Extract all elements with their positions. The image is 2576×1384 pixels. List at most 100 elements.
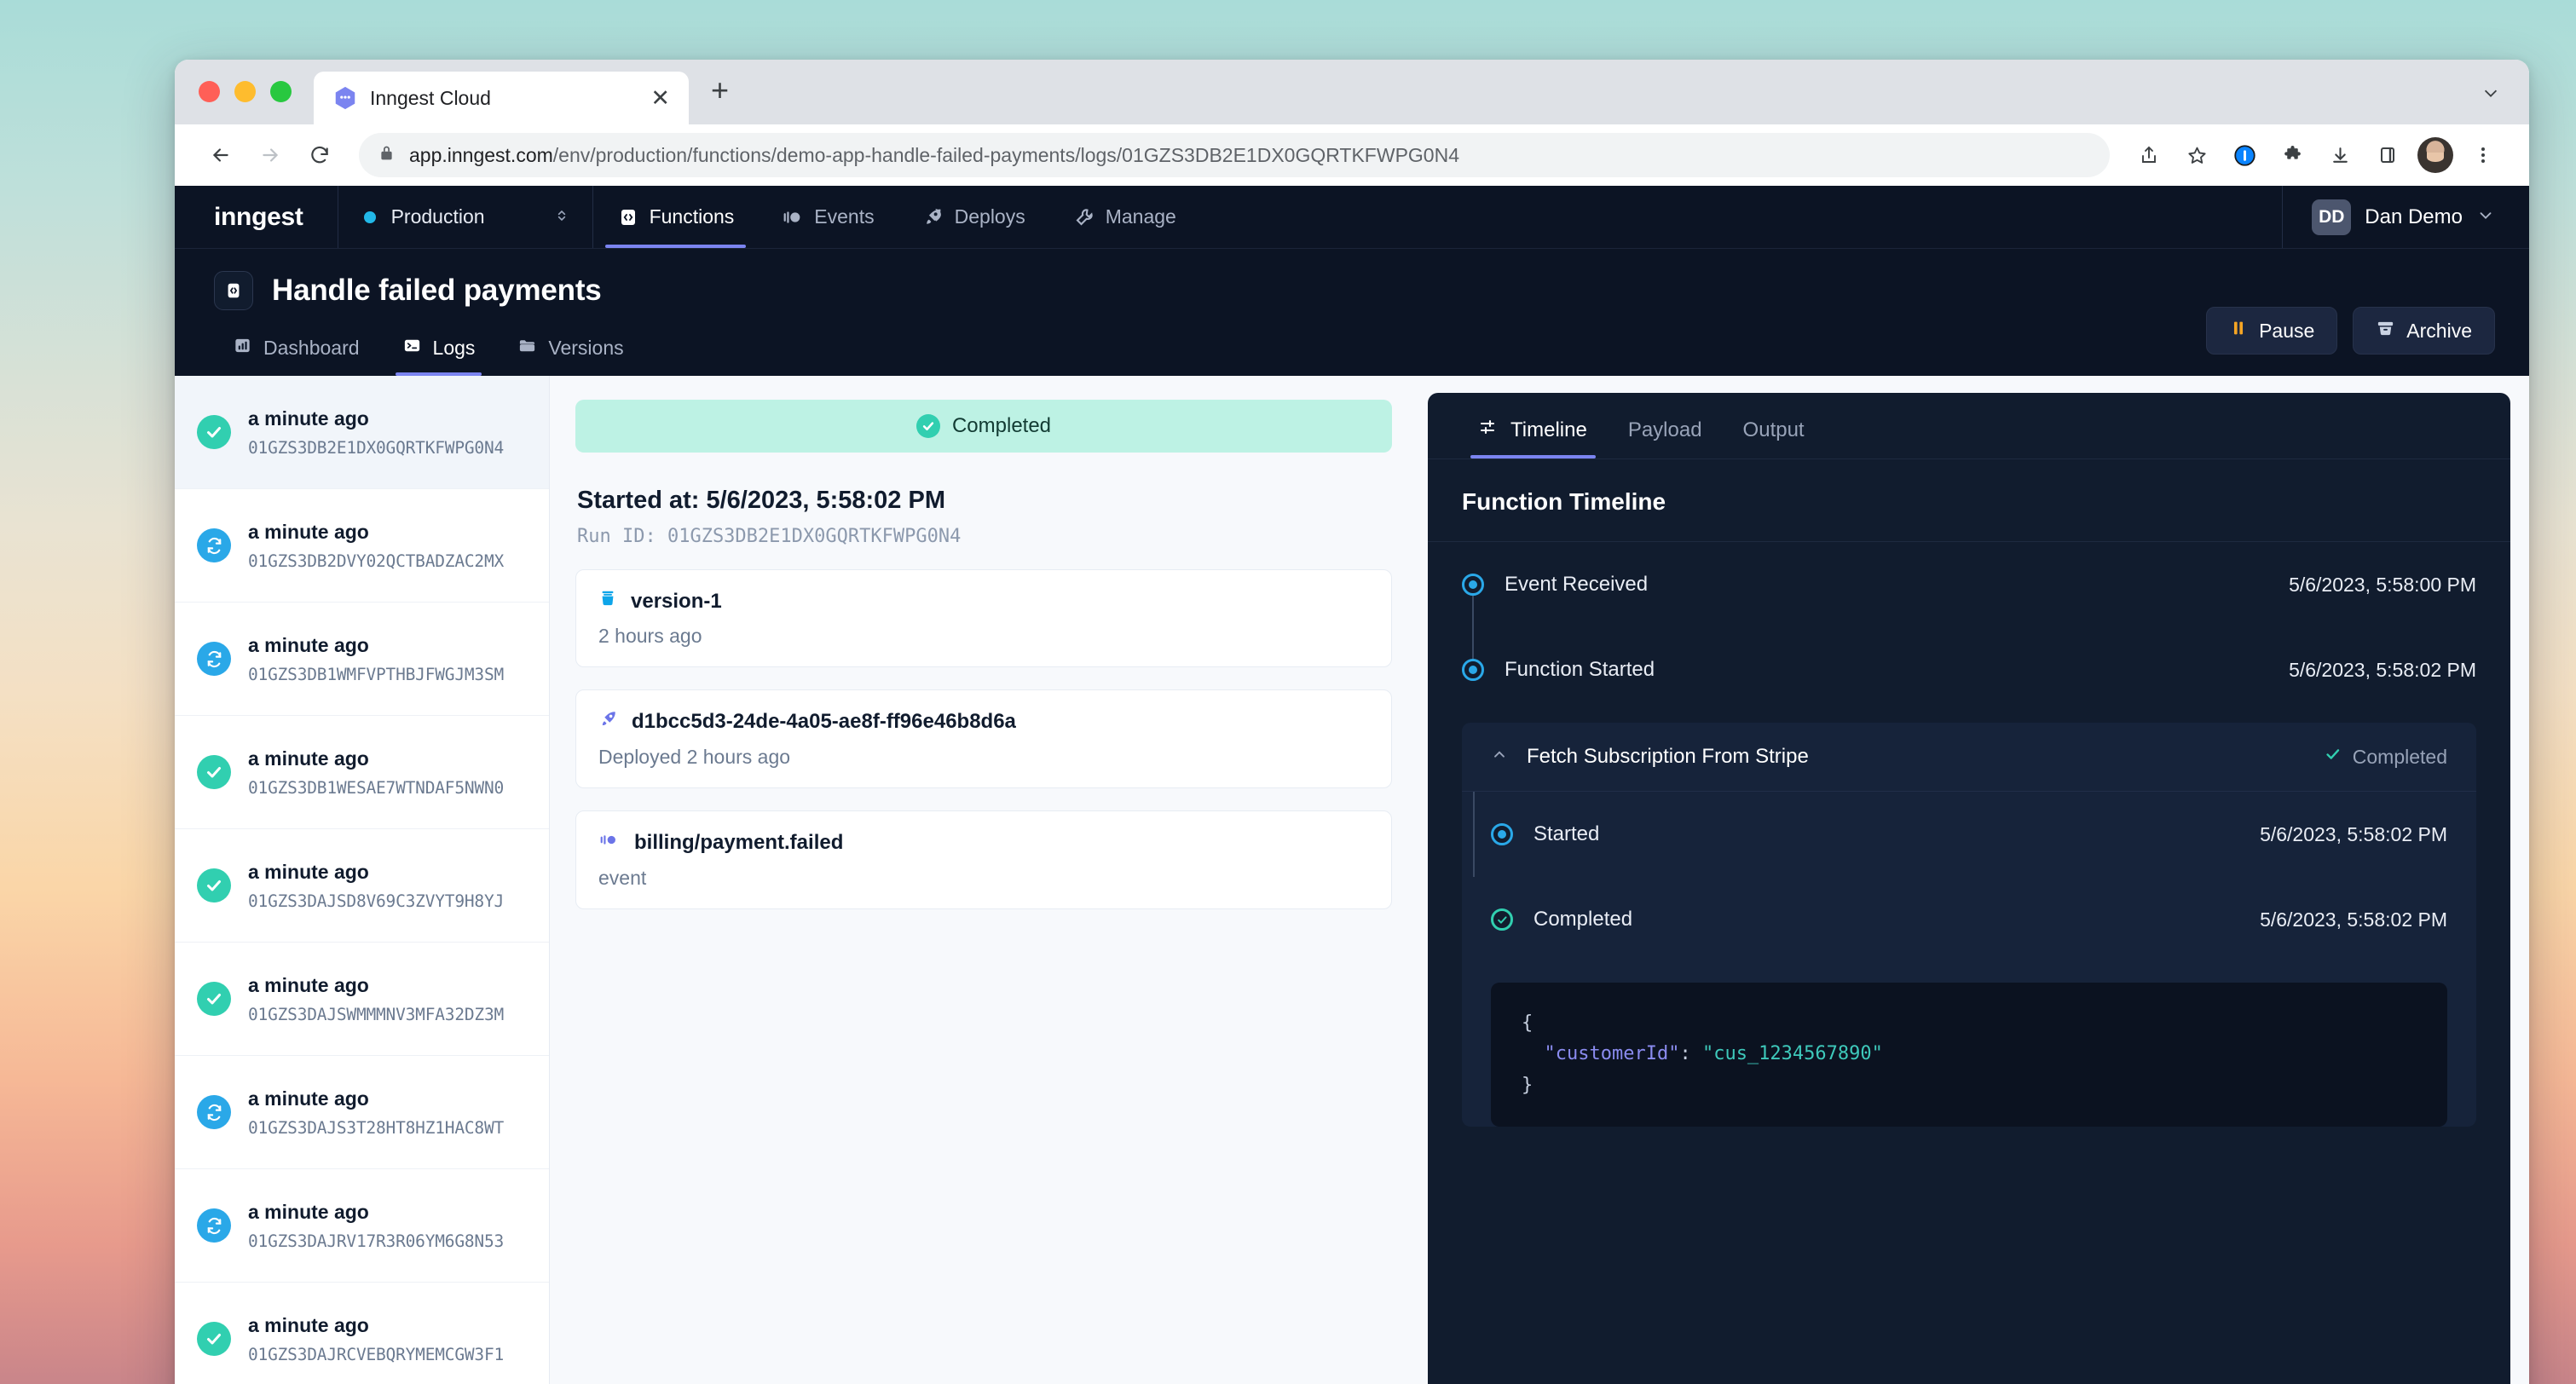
step-body: Started 5/6/2023, 5:58:02 PM Completed 5… [1462,792,2476,1127]
timeline-node-dot-icon [1462,574,1484,596]
user-menu[interactable]: DD Dan Demo [2282,186,2529,248]
nav-item-events[interactable]: Events [758,186,898,248]
close-window-button[interactable] [199,81,220,102]
tab-label: Output [1742,418,1805,441]
profile-avatar[interactable] [2413,133,2458,177]
nav-item-manage[interactable]: Manage [1049,186,1200,248]
nav-item-functions[interactable]: Functions [593,186,759,248]
step-status-label: Completed [2352,745,2447,768]
reload-button[interactable] [297,133,342,177]
json-close-brace: } [1522,1074,1533,1096]
tab-payload[interactable]: Payload [1611,417,1719,458]
close-tab-button[interactable]: ✕ [647,86,673,110]
timeline-row-label: Event Received [1505,573,1649,596]
window-traffic-lights[interactable] [199,81,292,124]
timeline-row-label: Started [1533,822,1600,845]
status-completed-icon [197,868,231,902]
json-key: "customerId" [1544,1043,1680,1065]
environment-selector[interactable]: Production [337,186,593,248]
run-list-item[interactable]: a minute ago 01GZS3DB1WMFVPTHBJFWGJM3SM [175,603,549,716]
events-icon [598,830,621,856]
run-status-banner: Completed [575,400,1392,453]
function-icon [214,271,253,310]
onepassword-extension-icon[interactable] [2222,133,2267,177]
user-name: Dan Demo [2365,205,2463,228]
run-list-item-text: a minute ago 01GZS3DB1WMFVPTHBJFWGJM3SM [248,634,504,684]
timeline-row: Event Received 5/6/2023, 5:58:00 PM [1462,542,2476,627]
run-list-item-text: a minute ago 01GZS3DAJRCVEBQRYMEMCGW3F1 [248,1314,504,1364]
tab-dashboard[interactable]: Dashboard [214,336,378,376]
timeline-row: Completed 5/6/2023, 5:58:02 PM [1491,877,2447,962]
status-completed-icon [197,1322,231,1356]
new-tab-button[interactable]: + [711,75,729,106]
run-id: 01GZS3DB2E1DX0GQRTKFWPG0N4 [248,437,505,458]
chevron-up-icon[interactable] [1491,747,1508,767]
run-list[interactable]: a minute ago 01GZS3DB2E1DX0GQRTKFWPG0N4 … [175,376,550,1384]
sidebar-toggle-icon[interactable] [2365,133,2410,177]
minimize-window-button[interactable] [234,81,256,102]
event-card[interactable]: billing/payment.failed event [575,810,1392,909]
run-list-item[interactable]: a minute ago 01GZS3DB1WESAE7WTNDAF5NWN0 [175,716,549,829]
json-colon: : [1679,1043,1702,1065]
address-bar[interactable]: app.inngest.com/env/production/functions… [359,133,2110,177]
tab-search-chevron-icon[interactable] [2481,84,2500,107]
timeline-body: Event Received 5/6/2023, 5:58:00 PM Func… [1428,542,2510,1127]
inngest-favicon-icon [332,85,358,111]
deploy-card[interactable]: d1bcc5d3-24de-4a05-ae8f-ff96e46b8d6a Dep… [575,689,1392,788]
run-timestamp: a minute ago [248,1200,369,1223]
browser-tabstrip: Inngest Cloud ✕ + [175,60,2529,124]
run-list-item[interactable]: a minute ago 01GZS3DAJSWMMMNV3MFA32DZ3M [175,943,549,1056]
forward-button[interactable] [248,133,292,177]
run-list-item[interactable]: a minute ago 01GZS3DAJS3T28HT8HZ1HAC8WT [175,1056,549,1169]
bookmark-star-icon[interactable] [2175,133,2219,177]
step-output-code: { "customerId": "cus_1234567890" } [1491,983,2447,1127]
run-detail: Completed Started at: 5/6/2023, 5:58:02 … [550,376,1418,1384]
status-completed-icon [197,415,231,449]
page-header: Handle failed payments Pause Archive Das… [175,249,2529,376]
share-icon[interactable] [2127,133,2171,177]
timeline-row-label: Completed [1533,908,1633,931]
pause-icon [2229,319,2248,343]
run-list-item[interactable]: a minute ago 01GZS3DAJRCVEBQRYMEMCGW3F1 [175,1283,549,1384]
extensions-puzzle-icon[interactable] [2270,133,2314,177]
json-value: "cus_1234567890" [1701,1043,1883,1065]
run-list-item[interactable]: a minute ago 01GZS3DAJSD8V69C3ZVYT9H8YJ [175,829,549,943]
run-list-item[interactable]: a minute ago 01GZS3DB2E1DX0GQRTKFWPG0N4 [175,376,549,489]
run-list-item-text: a minute ago 01GZS3DAJRV17R3R06YM6G8N53 [248,1201,504,1251]
nav-item-deploys[interactable]: Deploys [898,186,1049,248]
step-header[interactable]: Fetch Subscription From Stripe Completed [1462,723,2476,792]
archive-button[interactable]: Archive [2353,307,2495,355]
step-status: Completed [2324,745,2447,769]
browser-tab[interactable]: Inngest Cloud ✕ [314,72,689,124]
maximize-window-button[interactable] [270,81,292,102]
downloads-icon[interactable] [2318,133,2362,177]
browser-menu-icon[interactable] [2461,133,2505,177]
back-button[interactable] [199,133,243,177]
version-card[interactable]: version-1 2 hours ago [575,569,1392,667]
tab-output[interactable]: Output [1726,417,1822,458]
json-open-brace: { [1522,1012,1533,1034]
code-brackets-icon [617,206,639,228]
inngest-logo[interactable]: inngest [175,186,338,248]
run-id: 01GZS3DB1WESAE7WTNDAF5NWN0 [248,777,505,798]
run-list-item-text: a minute ago 01GZS3DB2DVY02QCTBADZAC2MX [248,521,504,571]
inngest-app: inngest Production Functions Events Depl… [175,186,2529,1384]
event-name: billing/payment.failed [634,831,844,854]
run-list-item[interactable]: a minute ago 01GZS3DAJRV17R3R06YM6G8N53 [175,1169,549,1283]
tab-timeline[interactable]: Timeline [1462,417,1604,458]
status-completed-icon [915,414,940,438]
run-list-item[interactable]: a minute ago 01GZS3DB2DVY02QCTBADZAC2MX [175,489,549,603]
tab-versions[interactable]: Versions [499,336,642,376]
page-title: Handle failed payments [272,274,602,307]
timeline-connector [1472,585,1474,670]
tab-logs[interactable]: Logs [384,336,494,376]
pause-button[interactable]: Pause [2206,307,2338,355]
browser-tab-title: Inngest Cloud [370,86,491,109]
page-subtabs: Dashboard Logs Versions [214,336,2495,376]
rocket-icon [598,709,618,735]
event-card-title: billing/payment.failed [598,830,1369,856]
run-id: 01GZS3DAJRV17R3R06YM6G8N53 [248,1231,505,1251]
page-actions: Pause Archive [2206,307,2495,355]
run-id: 01GZS3DB2DVY02QCTBADZAC2MX [248,551,505,571]
check-icon [2324,745,2342,769]
